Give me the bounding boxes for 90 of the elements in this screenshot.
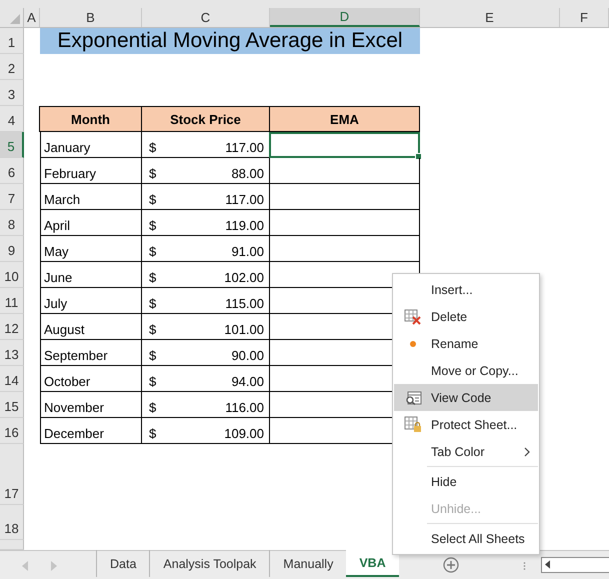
menu-item[interactable]: View Code xyxy=(394,384,538,411)
sheet-tab[interactable]: Data xyxy=(96,550,150,577)
table-cell[interactable] xyxy=(269,184,420,210)
currency-symbol: $ xyxy=(149,400,156,415)
column-header[interactable]: D xyxy=(270,8,420,27)
row-header[interactable]: 12 xyxy=(0,314,24,340)
currency-symbol: $ xyxy=(149,348,156,363)
menu-item[interactable]: Insert... xyxy=(394,276,538,303)
sheet-title: Exponential Moving Average in Excel xyxy=(40,28,420,54)
add-sheet-icon[interactable] xyxy=(443,557,459,573)
table-cell: April xyxy=(40,210,142,236)
price-value: 88.00 xyxy=(231,166,264,181)
price-value: 101.00 xyxy=(224,322,264,337)
row-header[interactable]: 6 xyxy=(0,158,24,184)
currency-symbol: $ xyxy=(149,426,156,441)
price-value: 91.00 xyxy=(231,244,264,259)
currency-symbol: $ xyxy=(149,322,156,337)
column-header[interactable]: E xyxy=(420,8,560,27)
currency-symbol: $ xyxy=(149,166,156,181)
column-header[interactable]: A xyxy=(24,8,40,27)
row-header[interactable]: 1 xyxy=(0,28,24,54)
row-header[interactable]: 9 xyxy=(0,236,24,262)
scroll-left-icon[interactable] xyxy=(545,560,550,569)
row-header[interactable]: 18 xyxy=(0,505,24,540)
row-header[interactable]: 2 xyxy=(0,54,24,80)
row-header[interactable]: 13 xyxy=(0,340,24,366)
row-header[interactable]: 16 xyxy=(0,418,24,444)
price-value: 116.00 xyxy=(225,400,264,415)
menu-item[interactable]: Tab Color xyxy=(394,438,538,465)
currency-symbol: $ xyxy=(149,218,156,233)
dot-icon xyxy=(410,340,416,346)
menu-item[interactable]: Delete xyxy=(394,303,538,330)
row-header[interactable]: 11 xyxy=(0,288,24,314)
price-value: 102.00 xyxy=(224,270,264,285)
column-header[interactable]: F xyxy=(560,8,609,27)
currency-symbol: $ xyxy=(149,244,156,259)
price-value: 90.00 xyxy=(231,348,264,363)
row-header[interactable]: 7 xyxy=(0,184,24,210)
row-header[interactable]: 4 xyxy=(0,106,24,132)
table-cell[interactable] xyxy=(269,132,420,158)
table-cell: December xyxy=(40,418,142,444)
horizontal-scrollbar[interactable] xyxy=(541,557,609,573)
delete-sheet-icon xyxy=(404,308,422,324)
price-value: 117.00 xyxy=(225,192,264,207)
currency-symbol: $ xyxy=(149,270,156,285)
currency-symbol: $ xyxy=(149,374,156,389)
fill-handle[interactable] xyxy=(415,153,422,160)
row-header[interactable]: 8 xyxy=(0,210,24,236)
menu-item[interactable]: Rename xyxy=(394,330,538,357)
row-header[interactable]: 3 xyxy=(0,80,24,106)
table-cell: August xyxy=(40,314,142,340)
more-icon[interactable] xyxy=(523,561,526,571)
table-cell: November xyxy=(40,392,142,418)
menu-item[interactable]: Move or Copy... xyxy=(394,357,538,384)
row-header[interactable]: 14 xyxy=(0,366,24,392)
table-cell: September xyxy=(40,340,142,366)
table-cell: May xyxy=(40,236,142,262)
table-header-cell: Month xyxy=(39,106,142,132)
table-cell: June xyxy=(40,262,142,288)
column-header[interactable]: B xyxy=(40,8,142,27)
row-header[interactable]: 15 xyxy=(0,392,24,418)
price-value: 109.00 xyxy=(224,426,264,441)
price-value: 117.00 xyxy=(225,140,264,155)
table-cell: July xyxy=(40,288,142,314)
currency-symbol: $ xyxy=(149,192,156,207)
protect-sheet-icon xyxy=(404,416,422,433)
row-header[interactable]: 17 xyxy=(0,444,24,505)
table-cell: January xyxy=(40,132,142,158)
price-value: 119.00 xyxy=(225,218,264,233)
price-value: 94.00 xyxy=(231,374,264,389)
menu-item[interactable]: Protect Sheet... xyxy=(394,411,538,438)
table-header-cell: Stock Price xyxy=(141,106,270,132)
table-cell[interactable] xyxy=(269,210,420,236)
table-header-cell: EMA xyxy=(269,106,420,132)
sheet-tab[interactable]: VBA xyxy=(346,550,399,577)
view-code-icon xyxy=(404,390,422,404)
chevron-right-icon xyxy=(524,446,530,456)
table-cell[interactable] xyxy=(269,236,420,262)
currency-symbol: $ xyxy=(149,296,156,311)
currency-symbol: $ xyxy=(149,140,156,155)
table-cell: October xyxy=(40,366,142,392)
sheet-tab[interactable]: Analysis Toolpak xyxy=(149,550,270,577)
table-cell: March xyxy=(40,184,142,210)
table-cell: February xyxy=(40,158,142,184)
table-cell[interactable] xyxy=(269,158,420,184)
price-value: 115.00 xyxy=(225,296,264,311)
row-header[interactable]: 5 xyxy=(0,132,24,158)
row-header[interactable]: 10 xyxy=(0,262,24,288)
menu-item[interactable]: Select All Sheets xyxy=(394,525,538,552)
menu-item[interactable]: Hide xyxy=(394,468,538,495)
